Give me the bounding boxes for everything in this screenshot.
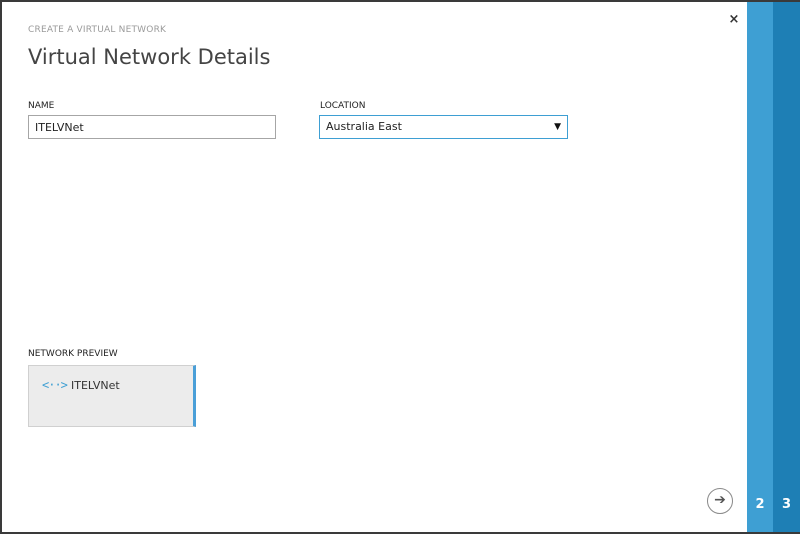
- next-arrow-icon[interactable]: ➔: [707, 488, 733, 514]
- name-label: NAME: [28, 101, 55, 111]
- step-number: 2: [755, 497, 765, 512]
- name-input[interactable]: [28, 115, 276, 139]
- network-preview-label: NETWORK PREVIEW: [28, 349, 118, 359]
- step-number: 3: [781, 497, 792, 512]
- wizard-step-2[interactable]: 2: [747, 2, 773, 532]
- close-icon[interactable]: ×: [726, 12, 742, 28]
- location-select[interactable]: Australia East ▼: [319, 115, 568, 139]
- wizard-step-3[interactable]: 3: [773, 2, 800, 532]
- dropdown-arrow-icon: ▼: [554, 122, 561, 132]
- network-preview-card: <··> ITELVNet: [28, 365, 196, 427]
- location-label: LOCATION: [320, 101, 366, 111]
- page-title: Virtual Network Details: [28, 45, 271, 69]
- dialog-subtitle: CREATE A VIRTUAL NETWORK: [28, 25, 167, 35]
- virtual-network-icon: <··>: [42, 378, 68, 392]
- preview-network-name: ITELVNet: [71, 379, 120, 392]
- create-vnet-dialog: CREATE A VIRTUAL NETWORK Virtual Network…: [2, 2, 747, 532]
- location-selected-value: Australia East: [326, 120, 402, 133]
